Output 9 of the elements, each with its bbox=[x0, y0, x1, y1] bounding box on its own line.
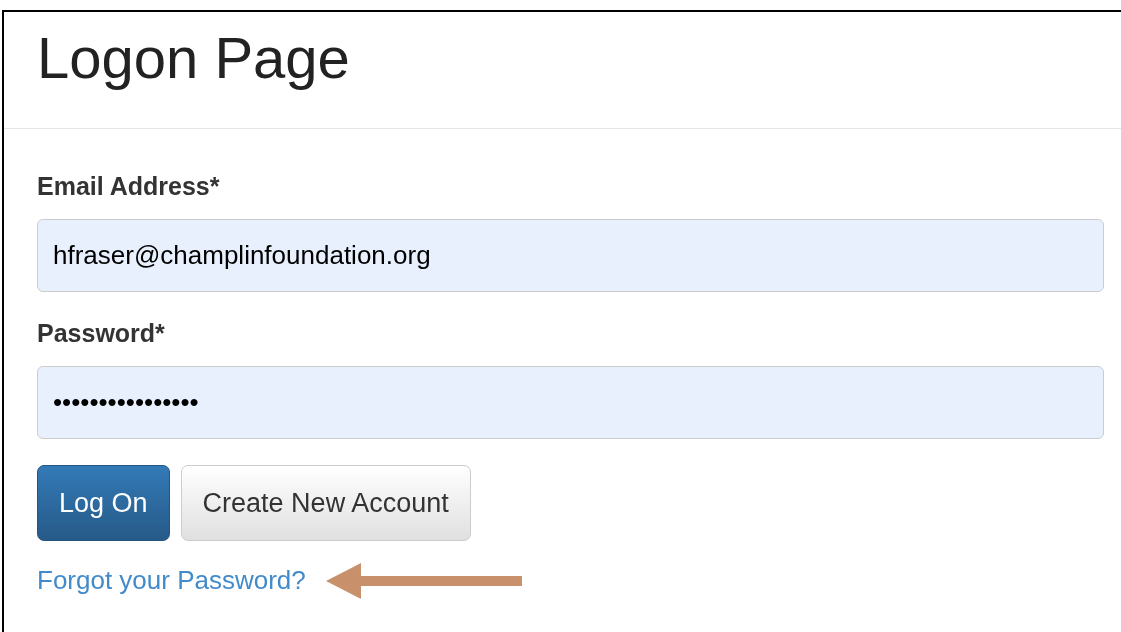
log-on-button[interactable]: Log On bbox=[37, 465, 170, 541]
input-field[interactable]: •••••••••••••••• bbox=[37, 366, 1104, 439]
page-title: Logon Page bbox=[37, 24, 351, 92]
arrow-icon bbox=[325, 562, 522, 599]
field-label: Email Address* bbox=[37, 171, 221, 201]
input-field[interactable]: hfraser@champlinfoundation.org bbox=[37, 219, 1104, 292]
field-label: Password* bbox=[37, 318, 166, 348]
create-account-button[interactable]: Create New Account bbox=[180, 465, 471, 541]
forgot-password-link[interactable]: Forgot your Password? bbox=[37, 561, 306, 600]
